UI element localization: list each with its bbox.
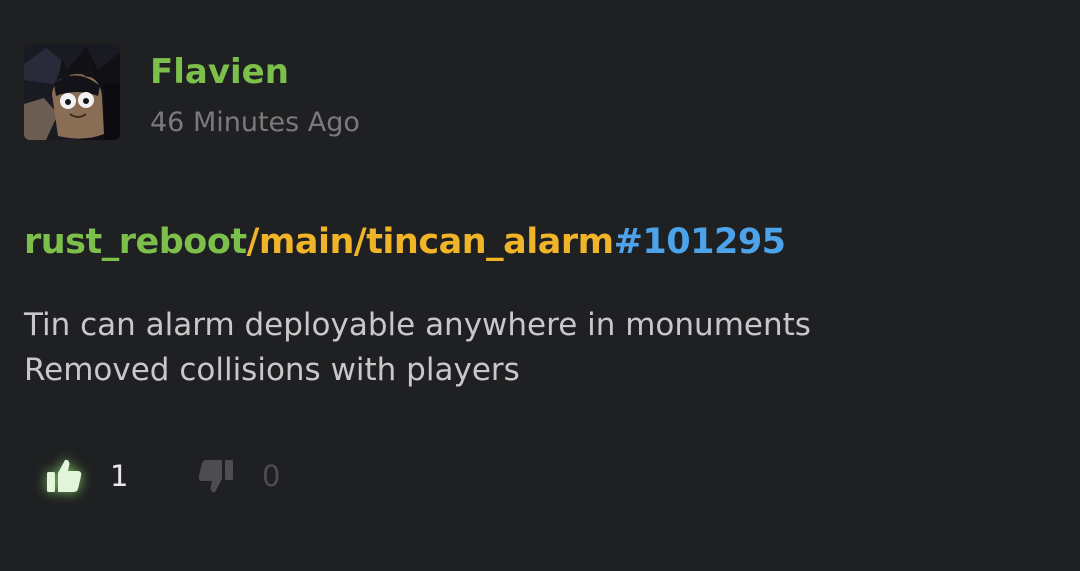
- commit-message-line: Tin can alarm deployable anywhere in mon…: [24, 307, 811, 343]
- upvote-button[interactable]: 1: [44, 456, 128, 496]
- author-name[interactable]: Flavien: [150, 52, 289, 92]
- thumbs-up-icon: [47, 459, 82, 492]
- post-timestamp: 46 Minutes Ago: [150, 107, 360, 138]
- branch-link[interactable]: /main/tincan_alarm: [247, 222, 614, 262]
- commit-message: Tin can alarm deployable anywhere in mon…: [24, 303, 811, 393]
- commit-post: Flavien 46 Minutes Ago rust_reboot/main/…: [0, 0, 1080, 571]
- avatar[interactable]: [24, 44, 120, 140]
- downvote-button[interactable]: 0: [196, 456, 280, 496]
- commit-reference: rust_reboot/main/tincan_alarm#101295: [24, 222, 786, 262]
- repo-link[interactable]: rust_reboot: [24, 222, 247, 262]
- upvote-count: 1: [110, 459, 129, 493]
- changeset-link[interactable]: #101295: [614, 222, 786, 262]
- cartoon-avatar-icon: [24, 44, 120, 140]
- thumbs-down-icon: [198, 460, 233, 493]
- commit-message-line: Removed collisions with players: [24, 352, 520, 388]
- downvote-count: 0: [262, 459, 281, 493]
